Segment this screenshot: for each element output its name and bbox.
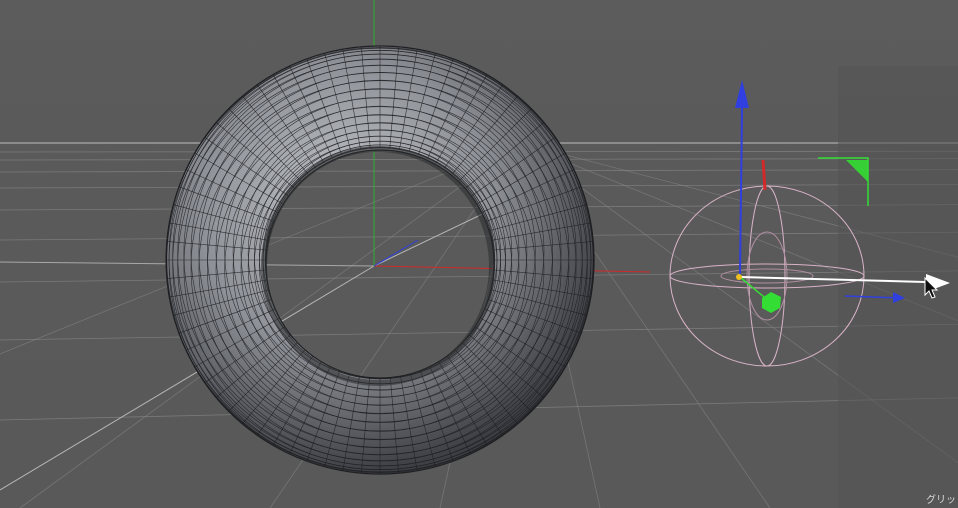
gizmo-origin-dot — [736, 274, 742, 280]
grid-line — [0, 270, 958, 283]
world-z-axis — [373, 239, 419, 267]
green-handle-icon[interactable] — [762, 292, 781, 313]
gizmo-red-axis[interactable] — [761, 159, 767, 191]
torus-wireframe — [166, 46, 595, 474]
viewport-canvas[interactable] — [0, 0, 958, 508]
3d-viewport[interactable]: グリッ — [0, 0, 958, 508]
torus-object[interactable] — [162, 42, 598, 478]
up-arrow-icon[interactable] — [735, 80, 749, 108]
gizmo-up-axis[interactable] — [739, 107, 743, 277]
grid-status-label: グリッ — [926, 495, 956, 506]
grid-line — [0, 231, 958, 241]
viewport-shadow-region — [838, 66, 958, 508]
